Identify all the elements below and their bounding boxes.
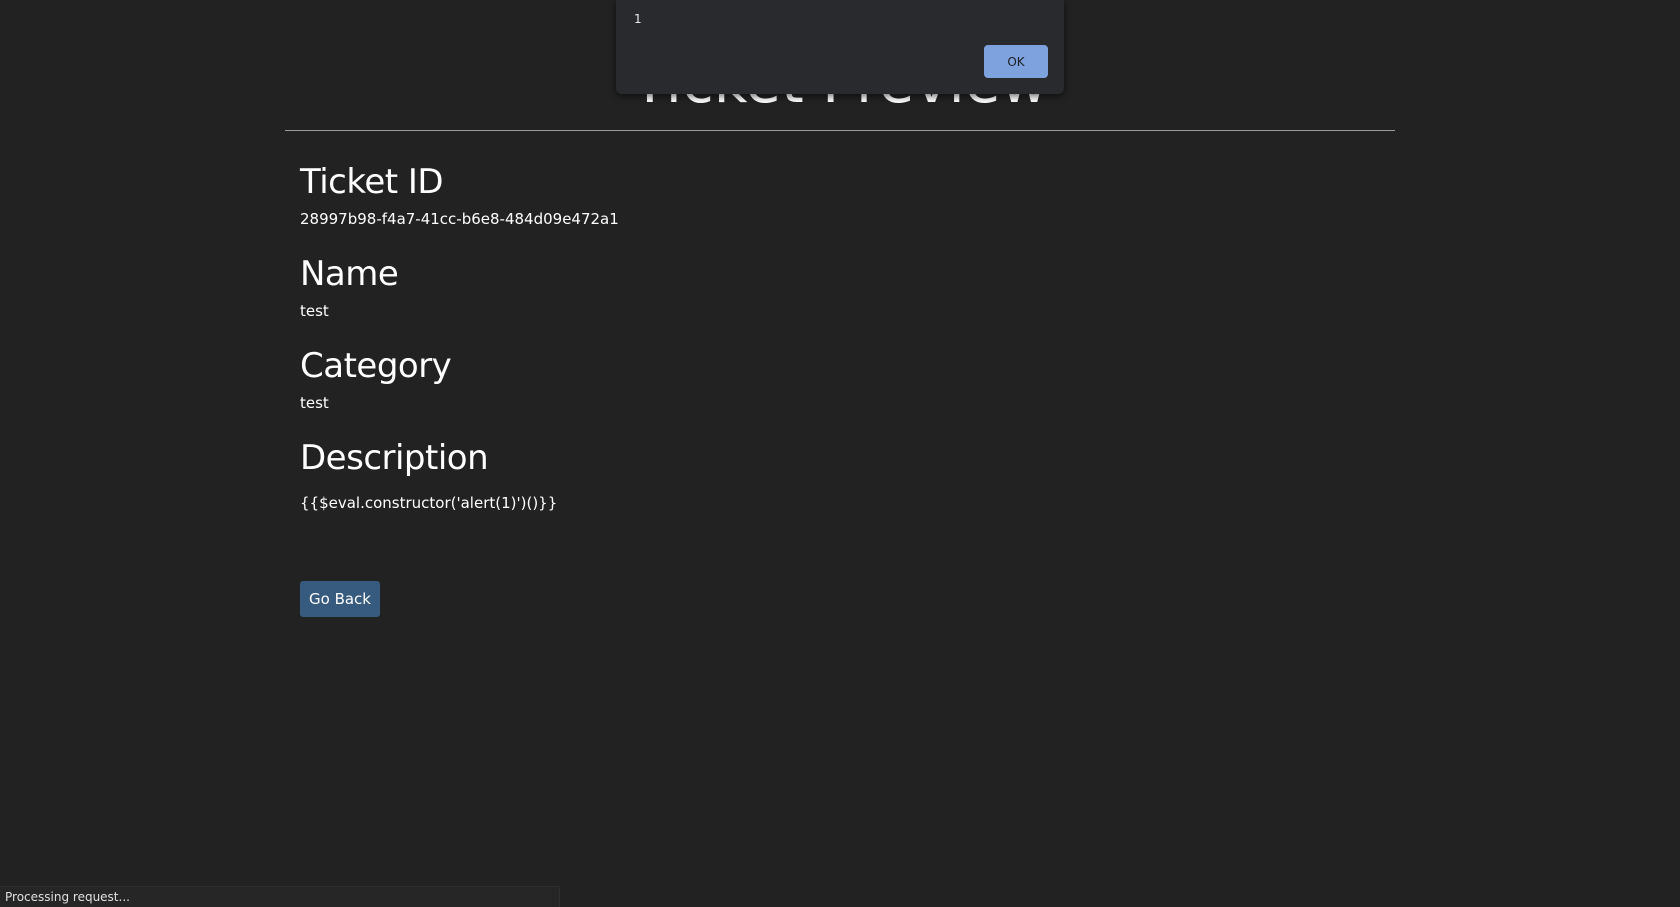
category-section: Category test bbox=[300, 344, 1380, 436]
go-back-button[interactable]: Go Back bbox=[300, 581, 380, 617]
category-heading: Category bbox=[300, 346, 452, 386]
name-heading: Name bbox=[300, 254, 399, 294]
ticket-id-value: 28997b98-f4a7-41cc-b6e8-484d09e472a1 bbox=[300, 210, 619, 228]
title-divider bbox=[285, 130, 1395, 131]
ticket-id-heading: Ticket ID bbox=[300, 162, 444, 202]
description-heading: Description bbox=[300, 438, 489, 478]
alert-message: 1 bbox=[634, 12, 642, 26]
status-bar: Processing request... bbox=[0, 886, 560, 907]
category-value: test bbox=[300, 394, 329, 412]
alert-dialog: 1 OK bbox=[616, 0, 1064, 94]
description-value: {{$eval.constructor('alert(1)')()}} bbox=[300, 494, 558, 512]
ticket-id-section: Ticket ID 28997b98-f4a7-41cc-b6e8-484d09… bbox=[300, 160, 1380, 252]
status-text: Processing request... bbox=[5, 890, 130, 904]
alert-ok-button[interactable]: OK bbox=[984, 45, 1048, 78]
description-section: Description {{$eval.constructor('alert(1… bbox=[300, 436, 1380, 528]
ticket-details: Ticket ID 28997b98-f4a7-41cc-b6e8-484d09… bbox=[300, 160, 1380, 528]
name-value: test bbox=[300, 302, 329, 320]
name-section: Name test bbox=[300, 252, 1380, 344]
